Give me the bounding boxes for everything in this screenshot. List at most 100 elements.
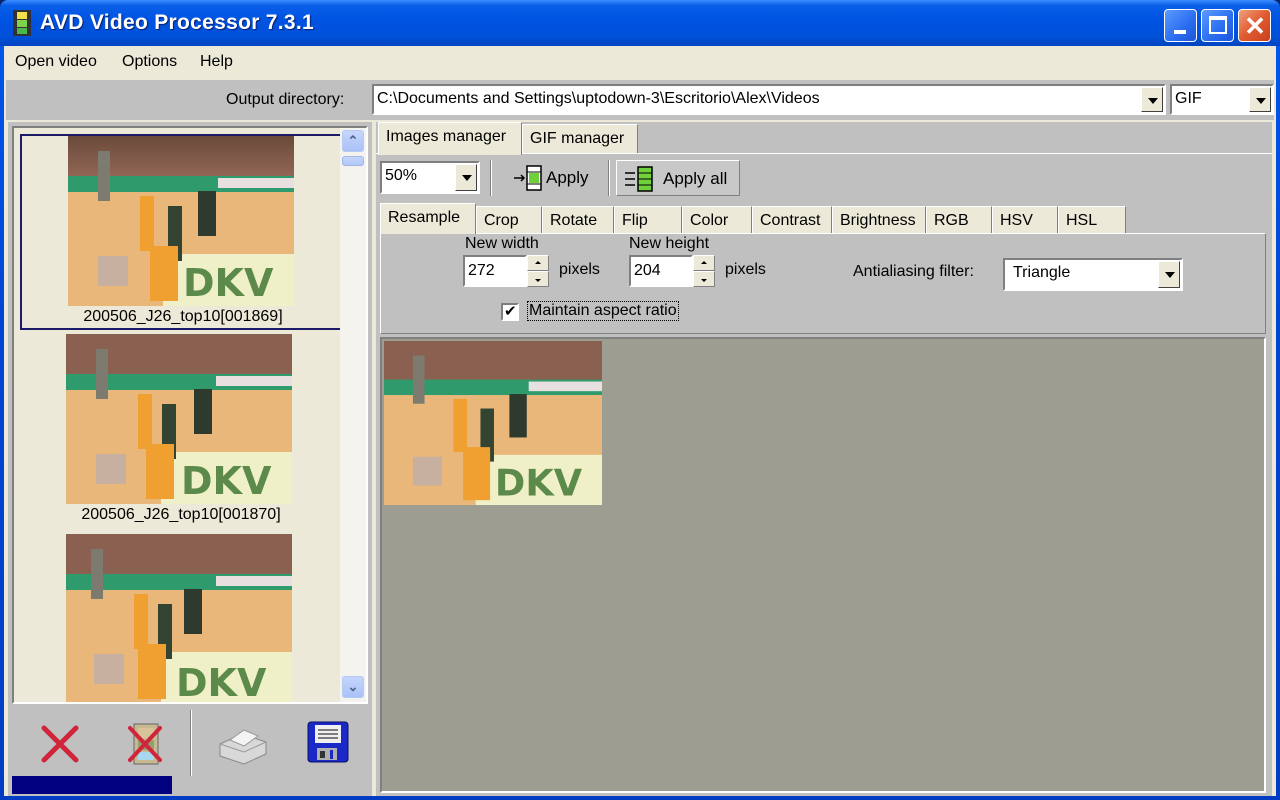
menu-bar: Open video Options Help — [4, 46, 1276, 78]
menu-help[interactable]: Help — [200, 53, 233, 71]
printer-icon — [219, 729, 267, 765]
tab-label: Crop — [484, 212, 519, 229]
film-app-icon — [13, 10, 31, 36]
new-width-label: New width — [465, 235, 539, 252]
tab-crop[interactable]: Crop — [476, 206, 542, 234]
close-button[interactable]: ✕ — [1238, 9, 1271, 42]
print-button[interactable] — [214, 720, 267, 768]
tab-rgb[interactable]: RGB — [926, 206, 992, 234]
title-bar[interactable]: AVD Video Processor 7.3.1 ✕ — [0, 0, 1280, 46]
delete-icon — [41, 725, 79, 763]
app-window: AVD Video Processor 7.3.1 ✕ Open video O… — [0, 0, 1280, 800]
tab-rotate[interactable]: Rotate — [542, 206, 614, 234]
output-format-combo[interactable]: GIF — [1170, 84, 1274, 115]
editor-panel: Images manager GIF manager 50% Apply App… — [376, 122, 1272, 796]
maintain-aspect-label[interactable]: Maintain aspect ratio — [527, 301, 679, 321]
tab-brightness[interactable]: Brightness — [832, 206, 926, 234]
tab-flip[interactable]: Flip — [614, 206, 682, 234]
tab-label: Brightness — [840, 212, 916, 229]
output-directory-combo[interactable]: C:\Documents and Settings\uptodown-3\Esc… — [372, 84, 1166, 115]
resample-page: New width 272 pixels New height 204 pixe… — [380, 233, 1266, 334]
new-width-increment[interactable] — [527, 255, 549, 271]
frame-thumbnail-image: DKV — [66, 334, 292, 504]
toolbar-separator — [608, 160, 610, 196]
close-icon: ✕ — [1244, 11, 1266, 41]
scroll-up-button[interactable]: ⌃ — [342, 130, 364, 152]
tab-hsv[interactable]: HSV — [992, 206, 1058, 234]
new-height-stepper[interactable]: 204 — [629, 255, 715, 287]
svg-text:DKV: DKV — [183, 261, 274, 305]
tab-label: HSV — [1000, 212, 1033, 229]
new-height-label: New height — [629, 235, 710, 252]
images-manager-page: 50% Apply Apply all Resample Crop Rotate… — [376, 153, 1272, 796]
scrollbar-thumb[interactable] — [342, 156, 364, 166]
tab-label: HSL — [1066, 212, 1098, 229]
progress-bar — [12, 776, 368, 794]
image-preview-area[interactable]: DKV — [380, 337, 1266, 793]
maximize-button[interactable] — [1201, 9, 1234, 42]
tab-label: Images manager — [386, 128, 507, 145]
apply-all-frames-icon — [625, 166, 653, 192]
frame-thumbnail-item[interactable]: DKV 200506_J26_top10[001869] — [20, 134, 342, 330]
new-width-decrement[interactable] — [527, 271, 549, 287]
maintain-aspect-checkbox[interactable] — [501, 302, 519, 321]
zoom-combo[interactable]: 50% — [380, 161, 480, 194]
menu-options[interactable]: Options — [122, 53, 177, 71]
tab-label: Resample — [388, 209, 461, 226]
window-title: AVD Video Processor 7.3.1 — [40, 11, 315, 34]
antialiasing-filter-combo[interactable]: Triangle — [1003, 258, 1183, 291]
apply-label: Apply — [546, 168, 589, 187]
tab-color[interactable]: Color — [682, 206, 752, 234]
preview-image: DKV — [384, 341, 602, 505]
apply-all-button[interactable]: Apply all — [616, 160, 740, 196]
tab-contrast[interactable]: Contrast — [752, 206, 832, 234]
dropdown-arrow-icon[interactable] — [1249, 87, 1271, 112]
chevron-down-icon: ⌄ — [347, 679, 359, 694]
dropdown-arrow-icon[interactable] — [1141, 87, 1163, 112]
scroll-down-button[interactable]: ⌄ — [342, 676, 364, 698]
tab-images-manager[interactable]: Images manager — [378, 122, 522, 155]
tab-resample[interactable]: Resample — [380, 203, 476, 234]
basketball-frame-image: DKV — [66, 534, 292, 704]
delete-frame-button[interactable] — [36, 720, 84, 768]
tab-label: Rotate — [550, 212, 598, 229]
antialiasing-filter-label: Antialiasing filter: — [853, 263, 974, 280]
dropdown-arrow-icon[interactable] — [1158, 261, 1180, 288]
save-button[interactable] — [306, 720, 354, 768]
toolbar-separator — [190, 710, 192, 776]
frame-thumbnail-item[interactable]: DKV 200506_J26_top10[001870] — [20, 334, 342, 530]
frames-panel: DKV 200506_J26_top10[001869] DKV 200506_… — [8, 122, 372, 796]
tab-label: Flip — [622, 212, 648, 229]
minimize-icon — [1174, 30, 1186, 34]
output-format-value: GIF — [1175, 90, 1202, 107]
apply-frame-icon — [514, 165, 542, 191]
client-area: Open video Options Help Output directory… — [4, 46, 1276, 796]
tab-gif-manager[interactable]: GIF manager — [522, 124, 638, 154]
tab-label: GIF manager — [530, 130, 625, 147]
dropdown-arrow-icon[interactable] — [455, 164, 477, 191]
svg-text:DKV: DKV — [181, 459, 272, 503]
tab-hsl[interactable]: HSL — [1058, 206, 1126, 234]
antialiasing-filter-value: Triangle — [1013, 264, 1071, 281]
menu-open-video[interactable]: Open video — [15, 53, 97, 71]
new-height-input[interactable]: 204 — [629, 255, 693, 287]
apply-button[interactable]: Apply — [506, 160, 602, 196]
new-height-increment[interactable] — [693, 255, 715, 271]
new-width-input[interactable]: 272 — [463, 255, 527, 287]
svg-text:DKV: DKV — [495, 461, 583, 504]
save-icon — [307, 721, 349, 763]
image-toolbar: 50% Apply Apply all — [376, 154, 1272, 202]
new-width-stepper[interactable]: 272 — [463, 255, 549, 287]
width-unit-label: pixels — [559, 261, 600, 278]
delete-all-frames-button[interactable] — [122, 720, 170, 768]
frame-thumbnail-item[interactable]: DKV — [20, 534, 342, 704]
basketball-frame-image: DKV — [68, 136, 294, 306]
tab-label: RGB — [934, 212, 969, 229]
minimize-button[interactable] — [1164, 9, 1197, 42]
frame-thumbnail-list[interactable]: DKV 200506_J26_top10[001869] DKV 200506_… — [12, 126, 368, 704]
svg-text:DKV: DKV — [176, 661, 267, 704]
delete-frames-icon — [128, 723, 162, 765]
thumbnail-scrollbar[interactable]: ⌃ ⌄ — [340, 128, 366, 702]
height-unit-label: pixels — [725, 261, 766, 278]
new-height-decrement[interactable] — [693, 271, 715, 287]
